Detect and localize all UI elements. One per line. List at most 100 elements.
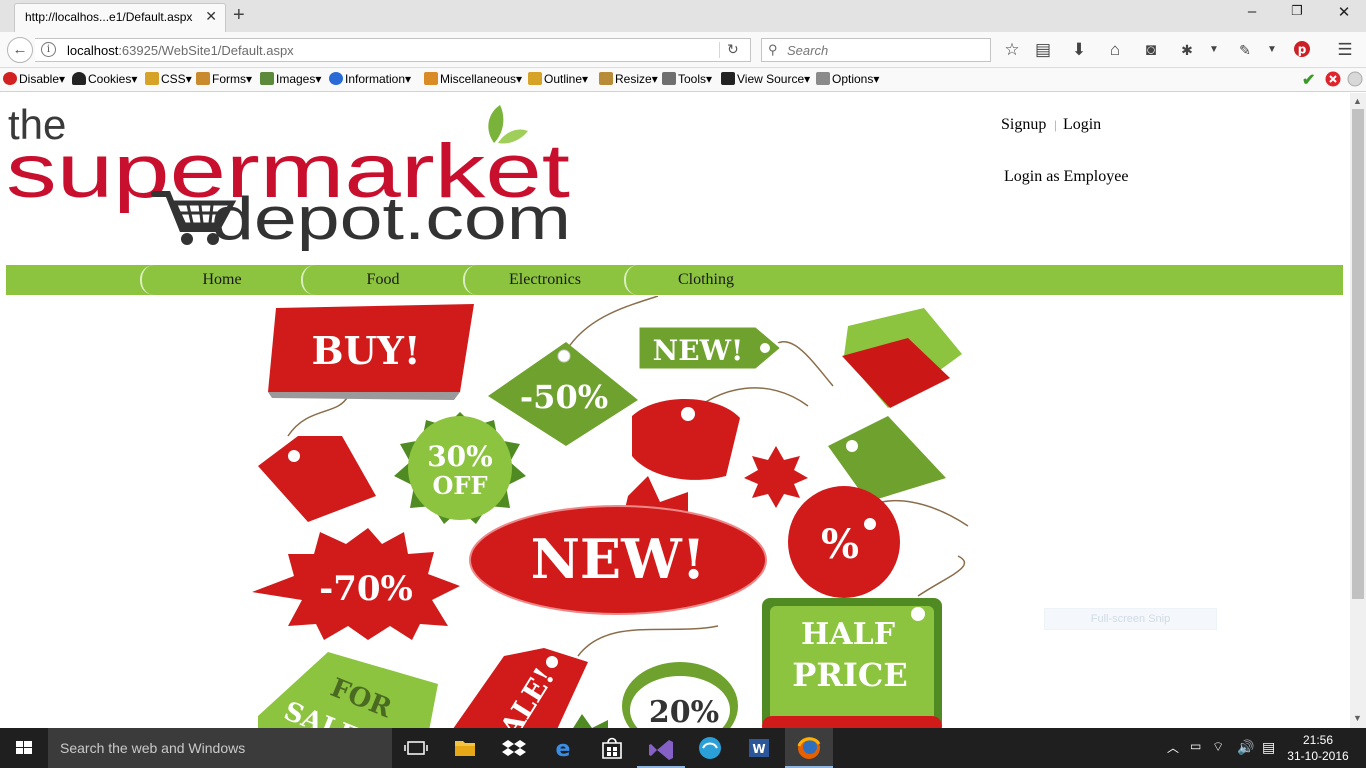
dev-item-label: Cookies xyxy=(88,72,132,86)
dev-item-label: Outline xyxy=(544,72,583,86)
snip-tooltip: Full-screen Snip xyxy=(1044,608,1217,630)
search-bar[interactable]: ⚲ Search xyxy=(761,38,991,62)
dev-item-label: Forms xyxy=(212,72,246,86)
store-icon xyxy=(602,737,622,759)
taskbar-visual-studio[interactable] xyxy=(637,728,685,768)
browser-tab[interactable]: http://localhos...e1/Default.aspx ✕ xyxy=(14,3,226,32)
dev-miscellaneous-menu[interactable]: Miscellaneous▾ xyxy=(424,72,522,86)
signup-link[interactable]: Signup xyxy=(1001,116,1046,133)
login-link[interactable]: Login xyxy=(1063,116,1101,133)
taskbar-search[interactable]: Search the web and Windows xyxy=(48,728,392,768)
minimize-icon[interactable]: – xyxy=(1242,3,1262,20)
logo-line3: depot.com xyxy=(211,185,571,251)
status-circle-icon[interactable] xyxy=(1347,71,1363,90)
start-button[interactable] xyxy=(0,728,48,768)
taskbar-dropbox[interactable] xyxy=(490,728,538,768)
dev-disable-menu[interactable]: Disable▾ xyxy=(3,72,65,86)
validation-ok-icon[interactable]: ✔ xyxy=(1302,70,1315,90)
taskbar-store[interactable] xyxy=(588,728,636,768)
notification-icon[interactable]: ▤ xyxy=(1262,739,1275,756)
task-view-button[interactable] xyxy=(392,728,440,768)
dev-css-menu[interactable]: CSS▾ xyxy=(145,72,192,86)
dev-item-label: Miscellaneous xyxy=(440,72,517,86)
dev-options-menu[interactable]: Options▾ xyxy=(816,72,879,86)
pocket-icon[interactable]: ◙ xyxy=(1140,40,1162,60)
minus70-starburst: -70% xyxy=(252,528,460,640)
vertical-scrollbar[interactable]: ▲ ▼ xyxy=(1350,93,1366,728)
options-icon xyxy=(816,72,830,85)
red-round-tag xyxy=(632,398,740,480)
off30-label-a: 30% xyxy=(427,440,493,473)
dropbox-icon xyxy=(502,740,526,756)
url-text[interactable]: localhost:63925/WebSite1/Default.aspx xyxy=(67,43,294,58)
site-info-icon[interactable]: i xyxy=(41,42,56,57)
new-small-label: NEW! xyxy=(653,334,744,367)
dev-view-source-menu[interactable]: View Source▾ xyxy=(721,72,810,86)
taskbar-word[interactable]: W xyxy=(735,728,783,768)
restore-icon[interactable]: ❐ xyxy=(1287,3,1307,19)
downloads-icon[interactable]: ⬇ xyxy=(1068,40,1090,60)
clock-date: 31-10-2016 xyxy=(1287,749,1349,763)
scroll-thumb[interactable] xyxy=(1352,109,1364,599)
address-bar[interactable]: i localhost:63925/WebSite1/Default.aspx … xyxy=(35,38,751,62)
menu-item-electronics[interactable]: Electronics xyxy=(463,265,625,295)
dev-tools-menu[interactable]: Tools▾ xyxy=(662,72,712,86)
bookmark-star-icon[interactable]: ☆ xyxy=(1001,40,1023,60)
back-icon[interactable]: ← xyxy=(7,37,33,63)
taskbar-firefox[interactable] xyxy=(785,728,833,768)
home-icon[interactable]: ⌂ xyxy=(1104,40,1126,60)
dev-forms-menu[interactable]: Forms▾ xyxy=(196,72,252,86)
dev-item-label: Disable xyxy=(19,72,60,86)
taskbar-file-explorer[interactable] xyxy=(441,728,489,768)
menu-item-clothing[interactable]: Clothing xyxy=(624,265,786,295)
word-icon: W xyxy=(749,739,769,757)
main-menu: Home Food Electronics Clothing xyxy=(6,265,1343,295)
dev-cookies-menu[interactable]: Cookies▾ xyxy=(72,72,137,86)
sale-tag: SALE! xyxy=(453,648,588,728)
dev-resize-menu[interactable]: Resize▾ xyxy=(599,72,658,86)
taskbar-edge[interactable]: e xyxy=(539,728,587,768)
dev-item-label: Tools xyxy=(678,72,707,86)
red-left-tag xyxy=(258,436,376,522)
dev-item-label: Resize xyxy=(615,72,652,86)
validation-error-icon[interactable] xyxy=(1325,71,1341,90)
site-logo[interactable]: the supermarket depot.com xyxy=(6,99,576,251)
close-tab-icon[interactable]: ✕ xyxy=(205,8,217,25)
battery-icon[interactable]: ▭ xyxy=(1190,739,1201,753)
menu-hamburger-icon[interactable]: ☰ xyxy=(1334,40,1356,60)
taskbar-speed-app[interactable] xyxy=(686,728,734,768)
miscellaneous-icon xyxy=(424,72,438,85)
menu-item-home[interactable]: Home xyxy=(140,265,302,295)
search-placeholder: Search xyxy=(787,43,829,58)
tray-expand-icon[interactable]: ︿ xyxy=(1167,739,1179,756)
taskbar-clock[interactable]: 21:56 31-10-2016 xyxy=(1286,732,1350,764)
dev-outline-menu[interactable]: Outline▾ xyxy=(528,72,588,86)
dev-images-menu[interactable]: Images▾ xyxy=(260,72,321,86)
reload-icon[interactable]: ↻ xyxy=(727,41,739,58)
twenty-label: 20% xyxy=(649,695,719,728)
dev-information-menu[interactable]: Information▾ xyxy=(329,72,411,86)
svg-text:W: W xyxy=(752,742,765,756)
menu-item-food[interactable]: Food xyxy=(301,265,463,295)
extension-dropdown-icon[interactable]: ▼ xyxy=(1203,40,1225,60)
minus70-label: -70% xyxy=(319,569,413,609)
scroll-up-icon[interactable]: ▲ xyxy=(1353,96,1362,106)
devtools-dropdown-icon[interactable]: ▼ xyxy=(1261,40,1283,60)
pinterest-icon[interactable]: p xyxy=(1291,40,1313,63)
window-close-icon[interactable]: ✕ xyxy=(1334,3,1354,21)
account-links: Signup | Login xyxy=(1001,116,1101,134)
devtools-wrench-icon[interactable]: ✎ xyxy=(1234,40,1256,60)
new-small-tag: NEW! xyxy=(636,324,785,372)
reading-list-icon[interactable]: ▤ xyxy=(1032,40,1054,60)
volume-icon[interactable]: 🔊 xyxy=(1237,739,1254,756)
wifi-icon[interactable]: ⌔ xyxy=(1212,739,1224,755)
employee-login-link[interactable]: Login as Employee xyxy=(1004,168,1128,186)
extension-icon[interactable]: ✱ xyxy=(1176,40,1198,60)
css-wand-icon xyxy=(145,72,159,85)
new-tab-icon[interactable]: + xyxy=(233,4,245,26)
tools-icon xyxy=(662,72,676,85)
green-starburst-fragment xyxy=(573,714,608,728)
svg-text:e: e xyxy=(556,737,571,762)
off30-label-b: OFF xyxy=(433,471,488,500)
scroll-down-icon[interactable]: ▼ xyxy=(1353,713,1362,723)
